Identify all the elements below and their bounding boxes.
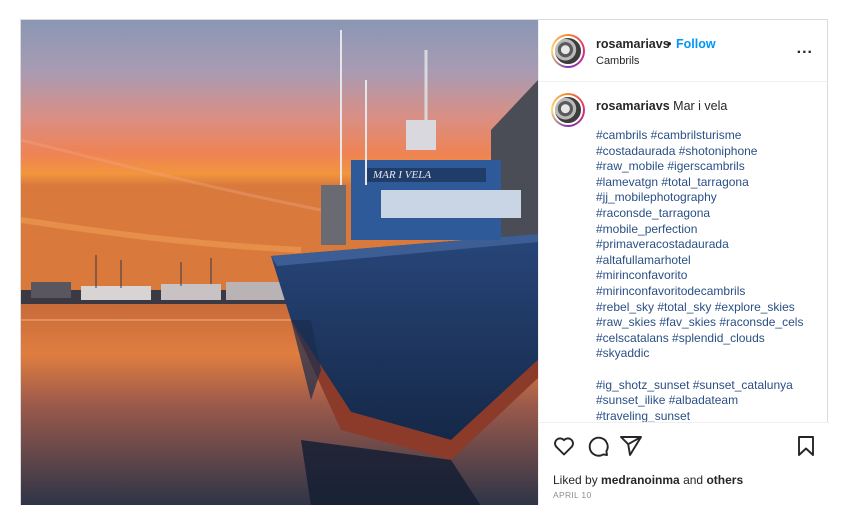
hashtag-line[interactable]: #mobile_perfection xyxy=(596,222,821,238)
hashtag-line[interactable]: #cambrils #cambrilsturisme xyxy=(596,128,821,144)
avatar-image xyxy=(553,95,583,125)
hashtag-line[interactable]: #sunset_ilike #albadateam xyxy=(596,393,821,409)
hashtag-line[interactable]: #mirinconfavoritodecambrils xyxy=(596,284,821,300)
heart-icon[interactable] xyxy=(552,434,576,458)
liked-by-and: and xyxy=(683,473,704,487)
sunset-harbor-image: MAR I VELA xyxy=(21,20,538,505)
hashtag-line[interactable]: #primaveracostadaurada xyxy=(596,237,821,253)
more-icon[interactable]: ... xyxy=(797,40,813,58)
hashtag-line[interactable]: #raw_skies #fav_skies #raconsde_cels xyxy=(596,315,821,331)
hashtag-line[interactable]: #skyaddic xyxy=(596,346,821,362)
avatar-image xyxy=(553,36,583,66)
location-link[interactable]: Cambrils xyxy=(596,55,639,67)
hashtag-line[interactable]: #celscatalans #splendid_clouds xyxy=(596,331,821,347)
follow-button[interactable]: Follow xyxy=(676,37,716,51)
separator-dot: • xyxy=(667,36,672,51)
post-header: rosamariavs • Follow Cambrils ... xyxy=(539,20,829,82)
hashtag-list: #cambrils #cambrilsturisme #costadaurada … xyxy=(596,128,821,422)
liked-by-prefix: Liked by xyxy=(553,473,598,487)
username-link[interactable]: rosamariavs xyxy=(596,37,670,51)
hashtag-line[interactable]: #altafullamarhotel xyxy=(596,253,821,269)
hashtag-line[interactable]: #rebel_sky #total_sky #explore_skies xyxy=(596,300,821,316)
caption-avatar[interactable] xyxy=(551,93,585,127)
avatar[interactable] xyxy=(551,34,585,68)
hashtag-line[interactable]: #raw_mobile #igerscambrils xyxy=(596,159,821,175)
hashtag-gap xyxy=(596,362,821,378)
hashtag-line[interactable]: #mirinconfavorito xyxy=(596,268,821,284)
bookmark-icon[interactable] xyxy=(794,434,818,458)
post-photo[interactable]: MAR I VELA xyxy=(21,20,538,505)
comment-icon[interactable] xyxy=(586,434,610,458)
caption-username[interactable]: rosamariavs xyxy=(596,99,670,113)
boat-name: MAR I VELA xyxy=(372,169,431,181)
comments-section[interactable]: rosamariavs Mar i vela #cambrils #cambri… xyxy=(539,82,829,422)
hashtag-line[interactable]: #traveling_sunset xyxy=(596,409,821,422)
hashtag-line[interactable]: #lamevatgn #total_tarragona xyxy=(596,175,821,191)
likes-text: Liked by medranoinma and others xyxy=(553,473,743,487)
paper-plane-icon[interactable] xyxy=(619,434,643,458)
hashtag-line[interactable]: #costadaurada #shotoniphone xyxy=(596,144,821,160)
post-date[interactable]: APRIL 10 xyxy=(553,490,591,500)
post-sidebar: rosamariavs • Follow Cambrils ... rosama… xyxy=(538,20,829,505)
liked-by-others[interactable]: others xyxy=(706,473,743,487)
hashtag-line[interactable]: #jj_mobilephotography xyxy=(596,190,821,206)
caption: rosamariavs Mar i vela xyxy=(596,99,727,113)
action-bar: Liked by medranoinma and others APRIL 10 xyxy=(539,422,829,505)
hashtag-line[interactable]: #raconsde_tarragona xyxy=(596,206,821,222)
post-card: MAR I VELA rosamariavs • Follow Cambrils… xyxy=(20,19,829,505)
liked-by-user[interactable]: medranoinma xyxy=(601,473,680,487)
caption-text: Mar i vela xyxy=(673,99,728,113)
hashtag-line[interactable]: #ig_shotz_sunset #sunset_catalunya xyxy=(596,378,821,394)
